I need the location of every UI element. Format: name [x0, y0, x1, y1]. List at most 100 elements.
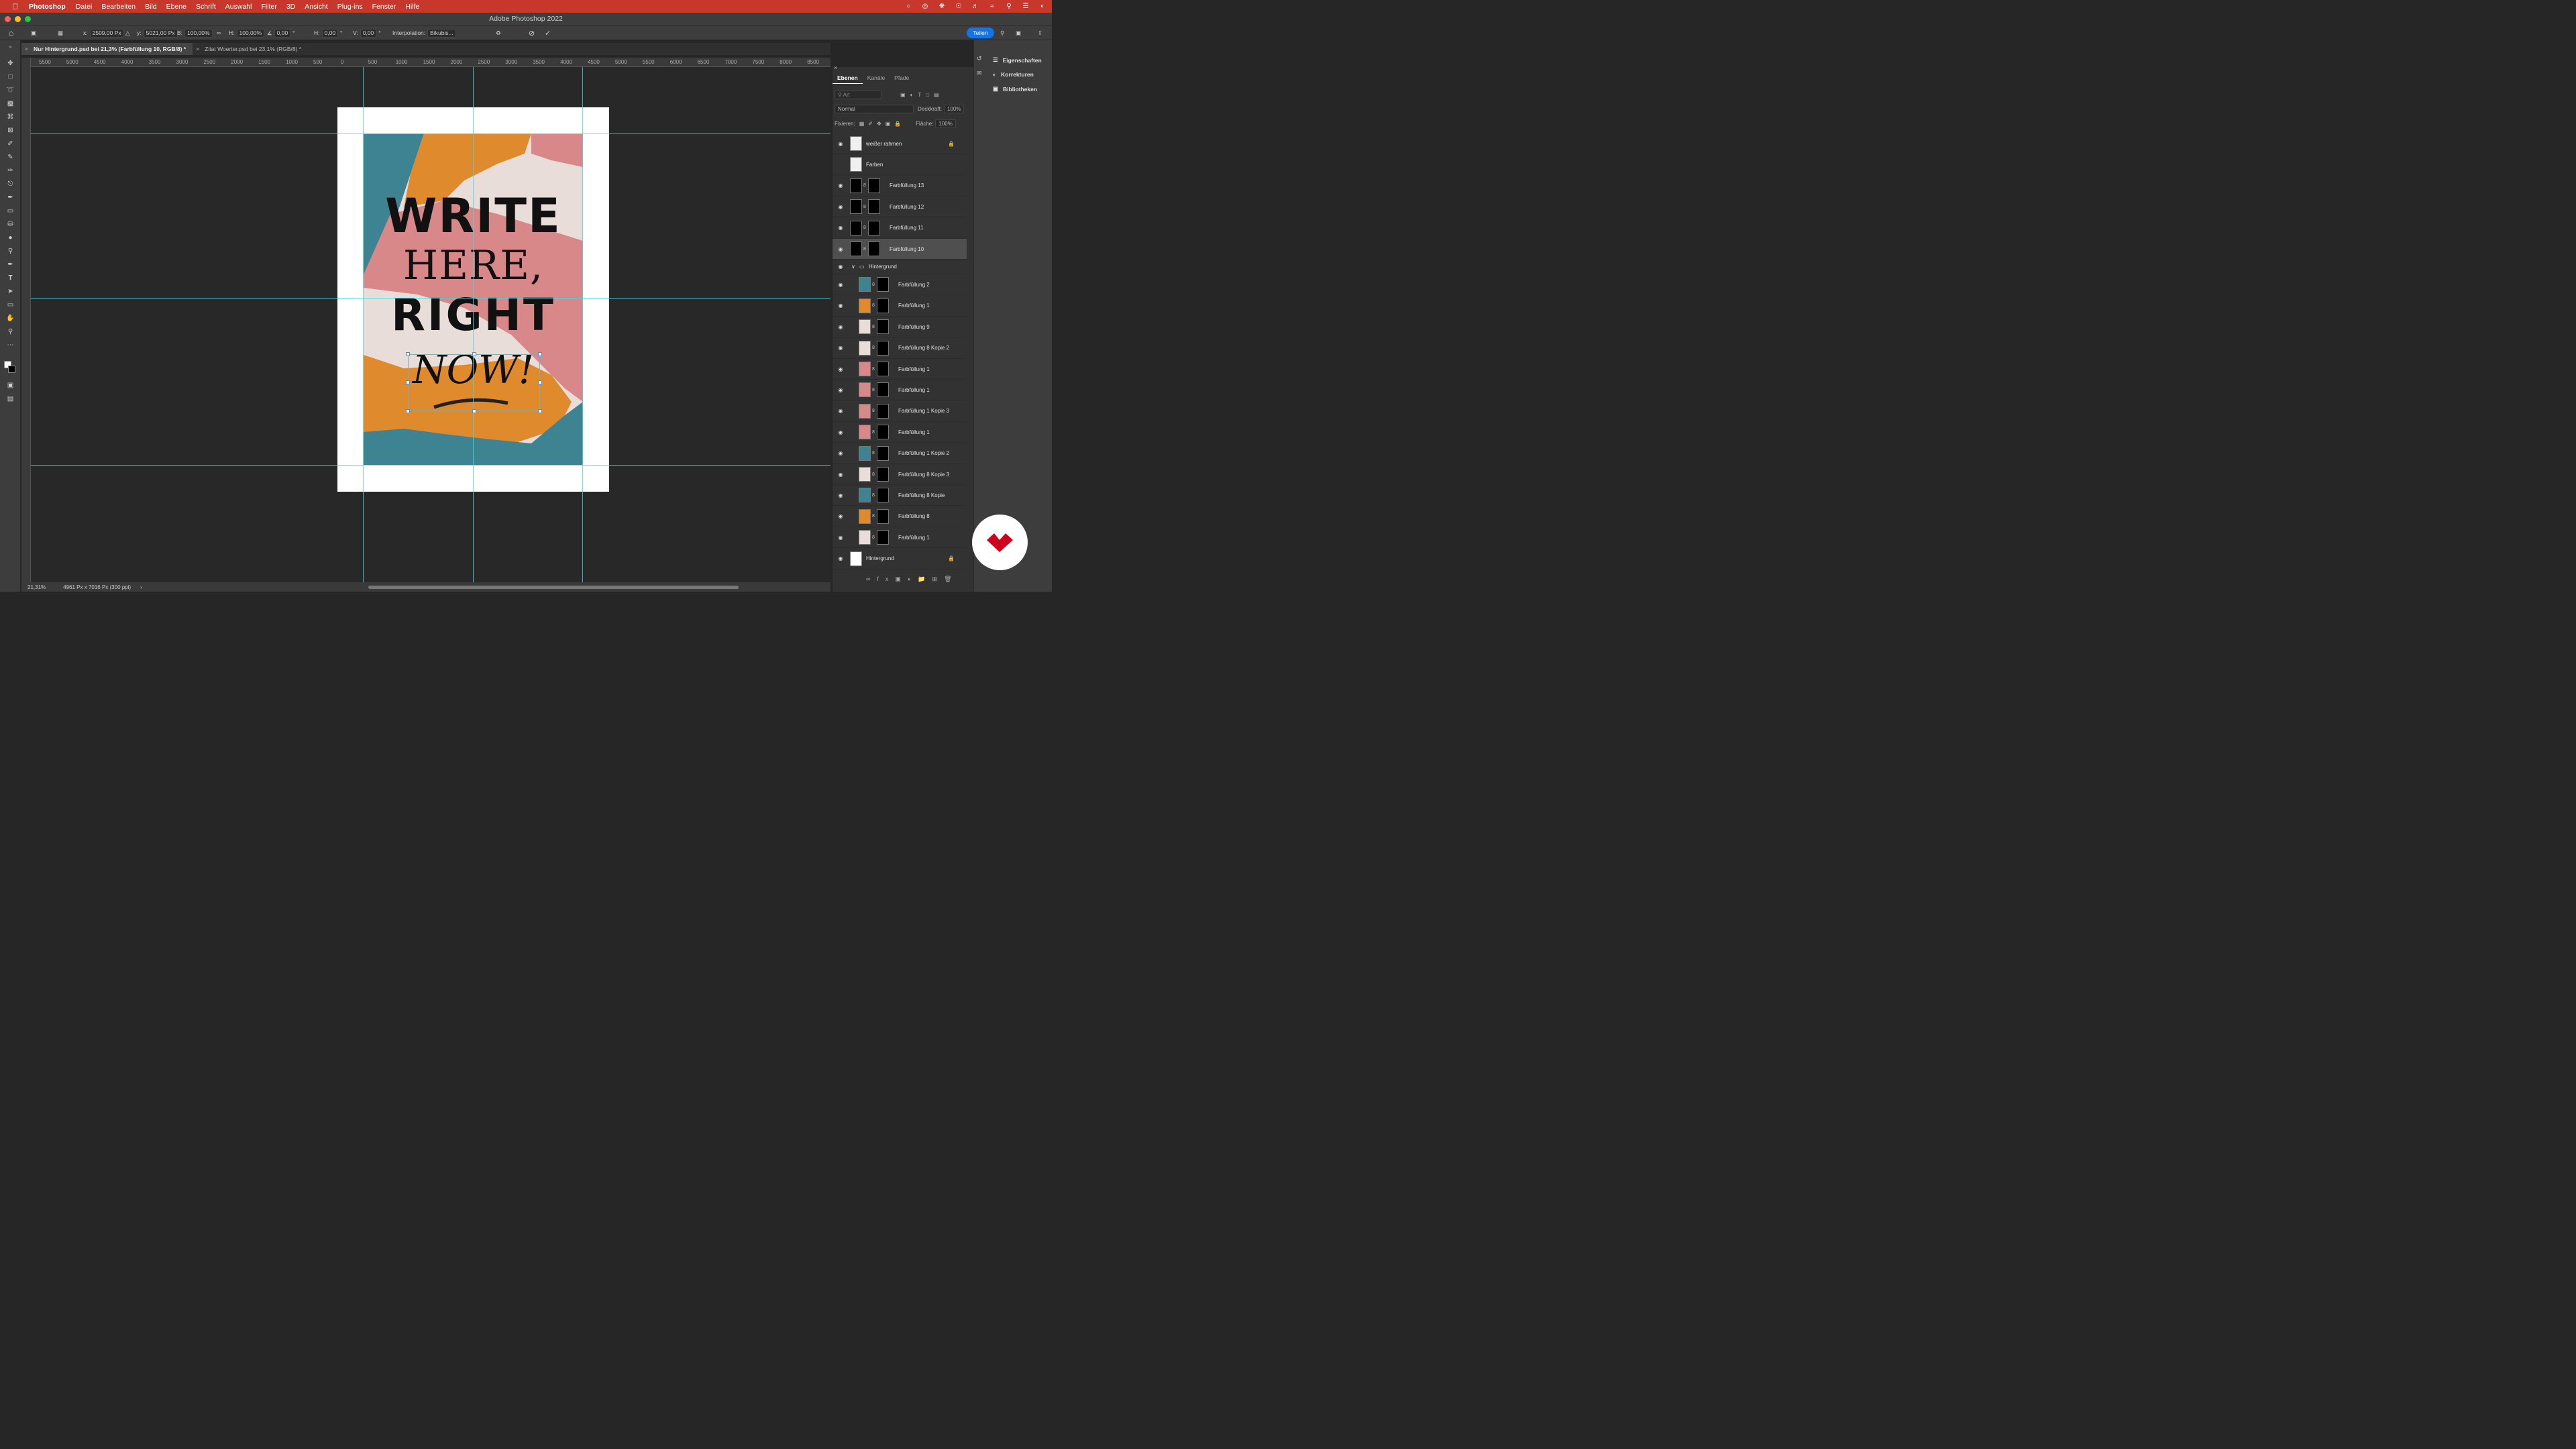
layer-mask-thumbnail[interactable] [877, 530, 889, 545]
layer-thumbnail[interactable] [859, 508, 871, 524]
layer-thumbnail[interactable] [859, 382, 871, 398]
vskew-input[interactable]: 0,00 [360, 28, 377, 38]
visibility-eye-icon[interactable]: ◉ [837, 513, 844, 520]
menu-filter[interactable]: Filter [262, 3, 277, 11]
pen-tool-icon[interactable]: ✒ [5, 260, 15, 269]
layer-thumbnail[interactable] [859, 530, 871, 545]
close-window-button[interactable] [5, 16, 11, 22]
layer-row[interactable]: ◉ 8 Farbfüllung 11 [833, 218, 967, 239]
blend-mode-select[interactable]: Normal [835, 105, 914, 113]
layer-thumbnail[interactable] [850, 157, 862, 172]
home-icon[interactable]: ⌂ [9, 28, 13, 38]
layer-row[interactable]: ◉ 8 Farbfüllung 1 [833, 380, 967, 401]
object-selection-tool-icon[interactable]: ▩ [5, 99, 15, 108]
layer-mask-thumbnail[interactable] [877, 508, 889, 524]
visibility-eye-icon[interactable]: ◉ [837, 203, 844, 210]
opacity-input[interactable]: 100% [944, 105, 965, 113]
interpolation-select[interactable]: Bikubis... [427, 28, 456, 38]
delta-icon[interactable]: △ [125, 28, 130, 38]
layer-thumbnail[interactable] [859, 340, 871, 356]
share-icon[interactable]: ⇧ [1038, 28, 1042, 38]
visibility-eye-icon[interactable]: ◉ [837, 386, 844, 393]
layer-mask-thumbnail[interactable] [877, 425, 889, 440]
layer-row[interactable]: ◉ weißer rahmen 🔒 [833, 133, 967, 154]
menu-datei[interactable]: Datei [76, 3, 93, 11]
layer-mask-thumbnail[interactable] [868, 199, 880, 215]
visibility-eye-icon[interactable]: ◉ [837, 345, 844, 352]
guide-vertical[interactable] [363, 67, 364, 582]
visibility-eye-icon[interactable]: ◉ [837, 534, 844, 541]
layer-thumbnail[interactable] [859, 298, 871, 313]
layer-thumbnail[interactable] [859, 425, 871, 440]
cancel-transform-icon[interactable]: ⊘ [529, 28, 535, 38]
layer-row[interactable]: ◉ 8 Farbfüllung 1 [833, 422, 967, 443]
close-panel-icon[interactable]: × [834, 64, 837, 71]
comments-icon[interactable]: ✉ [977, 70, 982, 77]
layer-mask-thumbnail[interactable] [877, 467, 889, 482]
layer-thumbnail[interactable] [859, 319, 871, 335]
menu-plugins[interactable]: Plug-ins [337, 3, 363, 11]
blur-tool-icon[interactable]: ● [5, 233, 15, 242]
layer-mask-thumbnail[interactable] [877, 382, 889, 398]
layer-mask-thumbnail[interactable] [877, 403, 889, 419]
layer-row[interactable]: ◉ 8 Farbfüllung 12 [833, 197, 967, 218]
layer-thumbnail[interactable] [850, 199, 862, 215]
layer-thumbnail[interactable] [850, 178, 862, 193]
visibility-eye-icon[interactable]: ◉ [837, 303, 844, 309]
visibility-eye-icon[interactable]: ◉ [837, 264, 844, 270]
menu-app[interactable]: Photoshop [29, 3, 66, 11]
layer-filter-icons[interactable]: ▣◐T□▤ [900, 92, 944, 98]
collapse-toolbar-icon[interactable]: » [5, 42, 15, 52]
background-color-swatch[interactable] [8, 366, 15, 373]
link-icon[interactable]: 8 [863, 247, 866, 252]
dock-eigenschaften[interactable]: ☰ Eigenschaften [993, 56, 1042, 64]
horizontal-scrollbar[interactable] [368, 586, 739, 589]
menu-bearbeiten[interactable]: Bearbeiten [101, 3, 136, 11]
siri-icon[interactable]: ◐ [1038, 3, 1046, 11]
tab-kanaele[interactable]: Kanäle [863, 72, 890, 84]
layer-thumbnail[interactable] [850, 220, 862, 235]
layer-row[interactable]: ◉ 8 Farbfüllung 13 [833, 176, 967, 197]
layer-thumbnail[interactable] [850, 551, 862, 566]
transform-tool-icon[interactable]: ▣ [31, 28, 36, 38]
zoom-window-button[interactable] [25, 16, 31, 22]
frame-tool-icon[interactable]: ⊠ [5, 125, 15, 135]
tab-nur-hintergrund[interactable]: × Nur Hintergrund.psd bei 21,3% (Farbfüll… [21, 43, 193, 55]
search-icon[interactable]: ⚲ [1005, 3, 1013, 11]
layer-row[interactable]: ◉ 8 Farbfüllung 2 [833, 274, 967, 296]
visibility-eye-icon[interactable]: ◉ [837, 246, 844, 252]
close-tab-icon[interactable]: × [25, 43, 28, 55]
visibility-eye-icon[interactable]: ◉ [837, 182, 844, 189]
history-brush-tool-icon[interactable]: ✒ [5, 193, 15, 202]
guide-horizontal[interactable] [31, 465, 830, 466]
height-input[interactable]: 100,00% [236, 28, 265, 38]
link-icon[interactable]: 8 [872, 303, 875, 308]
layer-thumbnail[interactable] [859, 467, 871, 482]
visibility-eye-icon[interactable]: ◉ [837, 281, 844, 288]
visibility-eye-icon[interactable]: ◉ [837, 323, 844, 330]
layer-thumbnail[interactable] [859, 445, 871, 461]
layer-filter-select[interactable]: ⚲ Art [835, 91, 881, 99]
link-icon[interactable]: 8 [872, 367, 875, 372]
layer-row[interactable]: ◉ 8 Farbfüllung 8 [833, 506, 967, 527]
link-icon[interactable]: ∞ [217, 28, 221, 38]
menu-hilfe[interactable]: Hilfe [405, 3, 419, 11]
gear-icon[interactable]: ❋ [938, 3, 946, 11]
x-input[interactable]: 2509,00 Px [89, 28, 124, 38]
crop-tool-icon[interactable]: ⌘ [5, 112, 15, 121]
menu-bild[interactable]: Bild [145, 3, 157, 11]
zoom-level[interactable]: 21,31% [28, 584, 46, 590]
link-icon[interactable]: 8 [872, 345, 875, 350]
link-icon[interactable]: 8 [863, 183, 866, 188]
brush-tool-icon[interactable]: ✑ [5, 166, 15, 175]
layer-thumbnail[interactable] [859, 488, 871, 503]
reference-point-icon[interactable]: ▦ [58, 28, 63, 38]
menu-schrift[interactable]: Schrift [196, 3, 216, 11]
layer-mask-thumbnail[interactable] [877, 319, 889, 335]
commit-transform-icon[interactable]: ✓ [545, 28, 551, 38]
hskew-input[interactable]: 0,00 [321, 28, 339, 38]
control-center-icon[interactable]: ☰ [1022, 3, 1030, 11]
wifi-icon[interactable]: ≈ [988, 3, 996, 11]
visibility-eye-icon[interactable] [837, 161, 844, 168]
menu-fenster[interactable]: Fenster [372, 3, 396, 11]
